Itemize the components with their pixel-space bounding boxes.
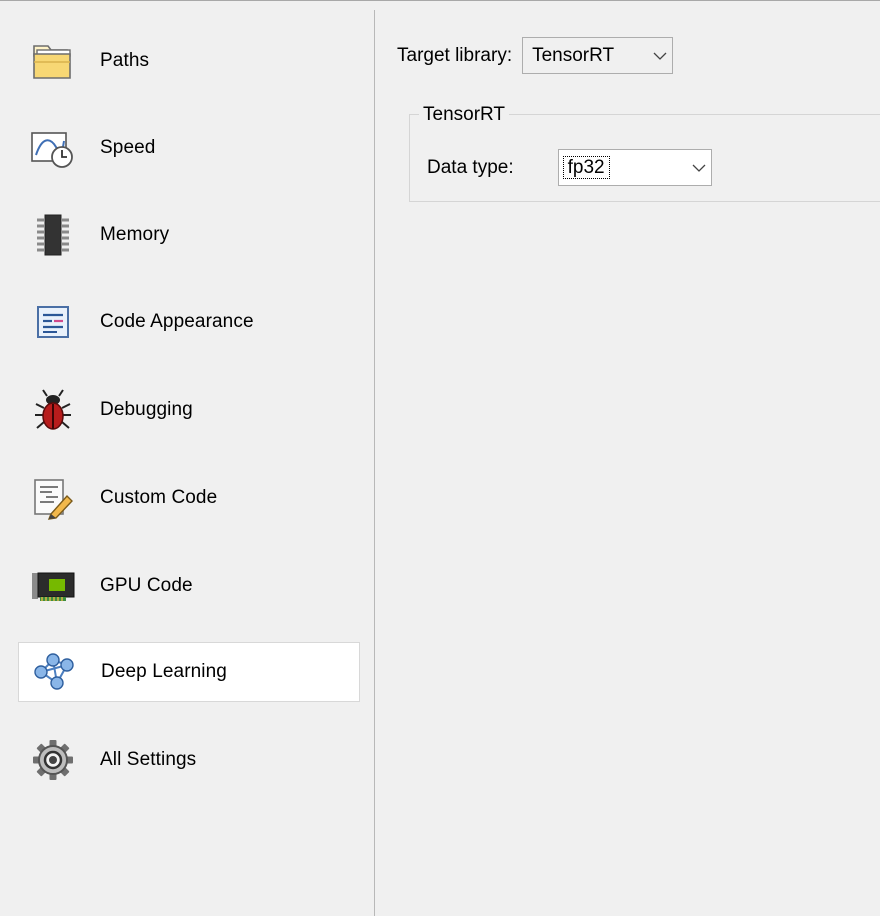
target-library-value: TensorRT bbox=[532, 44, 615, 66]
chevron-down-icon bbox=[648, 52, 672, 60]
sidebar-item-label: Speed bbox=[100, 137, 156, 158]
target-library-dropdown[interactable]: TensorRT bbox=[522, 37, 674, 74]
top-border bbox=[0, 0, 880, 1]
sidebar-item-label: Debugging bbox=[100, 399, 193, 420]
chevron-down-icon bbox=[687, 164, 711, 172]
bug-icon bbox=[28, 385, 78, 435]
sidebar-item-label: Custom Code bbox=[100, 487, 218, 508]
target-library-row: Target library: TensorRT bbox=[397, 37, 674, 74]
tensorrt-group-title: TensorRT bbox=[419, 104, 510, 126]
target-library-label: Target library: bbox=[397, 44, 513, 66]
data-type-row: Data type: fp32 bbox=[427, 149, 712, 186]
sidebar-item-label: All Settings bbox=[100, 749, 197, 770]
sidebar-item-speed[interactable]: Speed bbox=[18, 118, 360, 178]
deep-learning-settings-panel: Target library: TensorRT TensorRT Data t… bbox=[375, 10, 880, 916]
memory-chip-icon bbox=[28, 210, 78, 260]
sidebar-item-label: Code Appearance bbox=[100, 311, 254, 332]
sidebar-item-gpu-code[interactable]: GPU Code bbox=[18, 556, 360, 616]
code-appearance-icon bbox=[28, 297, 78, 347]
sidebar-item-code-appearance[interactable]: Code Appearance bbox=[18, 292, 360, 352]
sidebar-item-debugging[interactable]: Debugging bbox=[18, 380, 360, 440]
sidebar-item-deep-learning[interactable]: Deep Learning bbox=[18, 642, 360, 702]
sidebar-item-label: GPU Code bbox=[100, 575, 193, 596]
data-type-label: Data type: bbox=[427, 156, 514, 178]
sidebar-item-custom-code[interactable]: Custom Code bbox=[18, 468, 360, 528]
speed-clock-icon bbox=[28, 123, 78, 173]
gpu-card-icon bbox=[28, 561, 78, 611]
sidebar-item-all-settings[interactable]: All Settings bbox=[18, 730, 360, 790]
neural-network-icon bbox=[29, 647, 79, 697]
custom-code-icon bbox=[28, 473, 78, 523]
folder-icon bbox=[28, 36, 78, 86]
sidebar-item-paths[interactable]: Paths bbox=[18, 31, 360, 91]
sidebar-item-memory[interactable]: Memory bbox=[18, 205, 360, 265]
data-type-dropdown[interactable]: fp32 bbox=[557, 149, 712, 186]
data-type-value: fp32 bbox=[562, 155, 610, 179]
sidebar-item-label: Paths bbox=[100, 50, 150, 71]
category-sidebar: Paths Speed Memory Code Appearance Debug… bbox=[8, 10, 374, 916]
sidebar-item-label: Memory bbox=[100, 224, 170, 245]
gear-icon bbox=[28, 735, 78, 785]
sidebar-item-label: Deep Learning bbox=[101, 661, 227, 682]
